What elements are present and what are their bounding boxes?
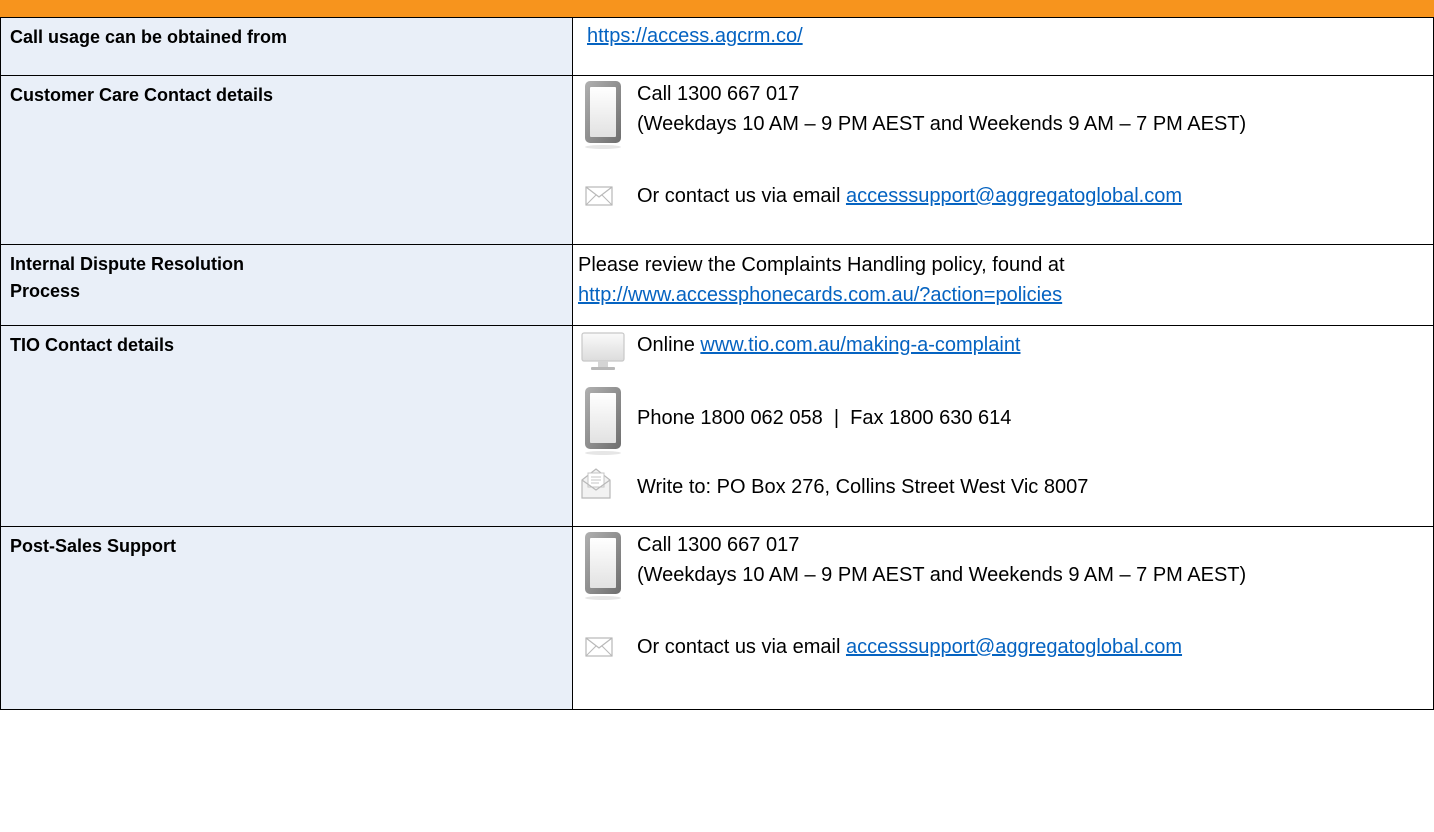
computer-monitor-icon: [581, 332, 625, 381]
table-row: Customer Care Contact details Call 1300 …: [0, 75, 1434, 245]
accent-bar: [0, 0, 1434, 17]
row-label: Call usage can be obtained from: [0, 17, 573, 76]
table-row: Internal Dispute Resolution Process Plea…: [0, 244, 1434, 326]
table-row: Call usage can be obtained from https://…: [0, 17, 1434, 76]
row-label: Post-Sales Support: [0, 526, 573, 710]
tio-write-address: Write to: PO Box 276, Collins Street Wes…: [637, 476, 1089, 498]
post-sales-hours: (Weekdays 10 AM – 9 PM AEST and Weekends…: [637, 564, 1247, 586]
post-sales-email-link[interactable]: accesssupport@aggregatoglobal.com: [846, 636, 1182, 658]
post-sales-label: Post-Sales Support: [10, 536, 177, 556]
table-row: TIO Contact details Online www.tio.com.a…: [0, 325, 1434, 527]
envelope-icon: [585, 636, 613, 666]
customer-care-phone: Call 1300 667 017: [637, 83, 800, 105]
dispute-label-line2: Process: [10, 281, 81, 301]
row-label: Internal Dispute Resolution Process: [0, 244, 573, 326]
dispute-label-line1: Internal Dispute Resolution: [10, 254, 245, 274]
customer-care-label: Customer Care Contact details: [10, 85, 274, 105]
envelope-icon: [585, 185, 613, 215]
customer-care-email-link[interactable]: accesssupport@aggregatoglobal.com: [846, 185, 1182, 207]
row-label: TIO Contact details: [0, 325, 573, 527]
email-prefix: Or contact us via email: [637, 636, 846, 658]
dispute-text: Please review the Complaints Handling po…: [578, 254, 1065, 276]
table-row: Post-Sales Support Call 1300 667 017 (We…: [0, 526, 1434, 710]
tio-contact-label: TIO Contact details: [10, 335, 175, 355]
mobile-phone-icon: [583, 530, 623, 611]
call-usage-link[interactable]: https://access.agcrm.co/: [587, 25, 803, 47]
post-sales-phone: Call 1300 667 017: [637, 534, 800, 556]
mobile-phone-icon: [583, 385, 623, 466]
email-prefix: Or contact us via email: [637, 185, 846, 207]
tio-online-link[interactable]: www.tio.com.au/making-a-complaint: [700, 334, 1020, 356]
tio-online-prefix: Online: [637, 334, 701, 356]
letter-envelope-icon: [581, 466, 611, 509]
complaints-policy-link[interactable]: http://www.accessphonecards.com.au/?acti…: [578, 284, 1062, 306]
contact-info-table: Call usage can be obtained from https://…: [0, 17, 1434, 710]
row-label: Customer Care Contact details: [0, 75, 573, 245]
customer-care-hours: (Weekdays 10 AM – 9 PM AEST and Weekends…: [637, 113, 1247, 135]
call-usage-label: Call usage can be obtained from: [10, 27, 288, 47]
mobile-phone-icon: [583, 79, 623, 160]
tio-phone-fax: Phone 1800 062 058 | Fax 1800 630 614: [637, 407, 1012, 429]
